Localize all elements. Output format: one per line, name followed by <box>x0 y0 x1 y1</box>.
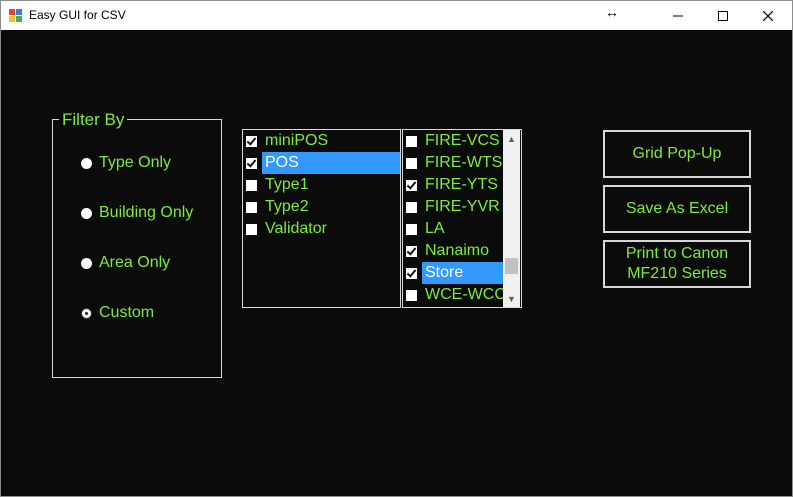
app-icon <box>9 9 22 22</box>
checkbox[interactable] <box>406 223 417 235</box>
list-item-label: Type2 <box>265 198 309 215</box>
checkbox[interactable] <box>406 179 417 191</box>
print-canon-button[interactable]: Print to Canon MF210 Series <box>603 240 751 288</box>
list-item-selected[interactable]: POS <box>243 152 400 174</box>
list-item-selected[interactable]: Store <box>403 262 506 284</box>
location-checklist[interactable]: FIRE-VCS FIRE-WTS FIRE-YTS FIRE-YVR LA N… <box>402 129 522 308</box>
scrollbar-thumb[interactable] <box>505 258 518 274</box>
radio-indicator[interactable] <box>81 257 92 269</box>
list-item[interactable]: WCE-WCC <box>403 284 509 306</box>
vertical-scrollbar[interactable]: ▲ ▼ <box>503 130 520 307</box>
list-item-label: miniPOS <box>265 132 329 149</box>
list-item[interactable]: FIRE-WTS <box>403 152 505 174</box>
list-item-label: FIRE-YTS <box>425 176 498 193</box>
radio-label: Custom <box>99 304 155 321</box>
window-title: Easy GUI for CSV <box>29 8 126 22</box>
app-window: Easy GUI for CSV ↔ Filter By Type Only B… <box>0 0 793 497</box>
maximize-icon <box>717 10 728 21</box>
title-bar[interactable]: Easy GUI for CSV ↔ <box>1 1 792 30</box>
list-item-label: FIRE-YVR <box>425 198 500 215</box>
maximize-button[interactable] <box>700 1 745 30</box>
checkbox[interactable] <box>406 267 417 279</box>
checkbox[interactable] <box>406 157 417 169</box>
grid-popup-button[interactable]: Grid Pop-Up <box>603 130 751 178</box>
checkbox[interactable] <box>246 179 257 191</box>
form-body: Filter By Type Only Building Only Area O… <box>1 30 792 496</box>
list-item-label: Type1 <box>265 176 309 193</box>
list-item[interactable]: Validator <box>243 218 330 240</box>
scroll-down-arrow-icon[interactable]: ▼ <box>503 290 520 307</box>
list-item[interactable]: Type1 <box>243 174 312 196</box>
radio-indicator[interactable] <box>81 157 92 169</box>
save-excel-button[interactable]: Save As Excel <box>603 185 751 233</box>
list-item-label: Validator <box>265 220 327 237</box>
list-item[interactable]: Type2 <box>243 196 312 218</box>
list-item[interactable]: FIRE-YVR <box>403 196 503 218</box>
list-item[interactable]: miniPOS <box>243 130 331 152</box>
list-item[interactable]: FIRE-YTS <box>403 174 501 196</box>
list-item[interactable]: Nanaimo <box>403 240 492 262</box>
radio-building-only[interactable]: Building Only <box>81 204 193 222</box>
radio-type-only[interactable]: Type Only <box>81 154 171 172</box>
radio-label: Type Only <box>99 154 172 171</box>
list-item[interactable]: LA <box>403 218 448 240</box>
radio-label: Area Only <box>99 254 171 271</box>
checkbox[interactable] <box>406 135 417 147</box>
radio-label: Building Only <box>99 204 194 221</box>
minimize-button[interactable] <box>655 1 700 30</box>
radio-indicator[interactable] <box>81 207 92 219</box>
resize-cursor-icon: ↔ <box>605 4 619 20</box>
radio-area-only[interactable]: Area Only <box>81 254 170 272</box>
list-item-label: Store <box>422 262 506 284</box>
radio-indicator-selected[interactable] <box>81 307 92 319</box>
scroll-up-arrow-icon[interactable]: ▲ <box>503 130 520 147</box>
checkbox[interactable] <box>406 289 417 301</box>
list-item-label: FIRE-WTS <box>425 154 503 171</box>
checkbox[interactable] <box>246 201 257 213</box>
checkbox[interactable] <box>246 223 257 235</box>
type-checklist[interactable]: miniPOS POS Type1 Type2 Validator <box>242 129 401 308</box>
checkbox[interactable] <box>246 157 257 169</box>
list-item-label: WCE-WCC <box>425 286 506 303</box>
list-item-label: POS <box>262 152 400 174</box>
checkbox[interactable] <box>406 201 417 213</box>
list-item[interactable]: FIRE-VCS <box>403 130 503 152</box>
checkbox[interactable] <box>406 245 417 257</box>
list-item-label: Nanaimo <box>425 242 490 259</box>
minimize-icon <box>672 15 683 16</box>
radio-custom[interactable]: Custom <box>81 304 154 322</box>
list-item-label: FIRE-VCS <box>425 132 500 149</box>
close-icon <box>762 10 773 21</box>
filter-legend: Filter By <box>59 110 128 130</box>
checkbox[interactable] <box>246 135 257 147</box>
list-item-label: LA <box>425 220 445 237</box>
close-button[interactable] <box>745 1 790 30</box>
